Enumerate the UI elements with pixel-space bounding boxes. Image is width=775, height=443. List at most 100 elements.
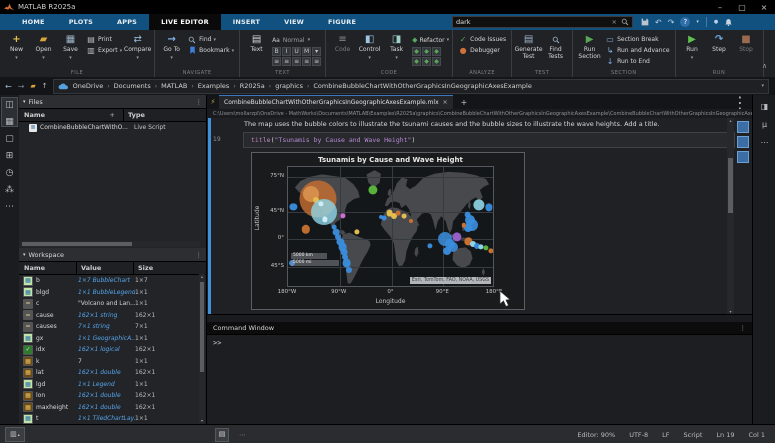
workspace-row-lon[interactable]: ▦lon162×1 double162×1 <box>19 390 206 402</box>
breadcrumb[interactable]: OneDrive›Documents›MATLAB›Examples›R2025… <box>53 79 769 94</box>
document-status-icon[interactable]: ▤ <box>215 428 229 442</box>
more-tools-icon[interactable]: ⋯ <box>756 135 773 149</box>
workspace-row-blgd[interactable]: ▦blgd1×1 BubbleLegend1×1 <box>19 287 206 299</box>
workspace-row-causes[interactable]: =causes7×1 string7×1 <box>19 321 206 333</box>
forward-icon[interactable]: → <box>18 82 25 91</box>
find-button[interactable]: Find▾ <box>187 34 234 45</box>
editor-vscrollbar[interactable]: ▴ ▾ <box>727 118 734 314</box>
workspace-row-lat[interactable]: ▦lat162×1 double162×1 <box>19 367 206 379</box>
run-button[interactable]: ▶Run Section <box>576 33 603 61</box>
files-panel-icon[interactable]: ◫ <box>2 98 17 112</box>
menu-tab-figure[interactable]: FIGURE <box>316 14 368 30</box>
help-icon[interactable]: ? <box>680 17 690 27</box>
command-window[interactable]: >> <box>207 335 752 424</box>
new-folder-icon[interactable]: ▰ <box>30 82 35 90</box>
files-col-name[interactable]: Name <box>24 111 45 119</box>
workspace-row-cause[interactable]: =cause162×1 string162×1 <box>19 310 206 322</box>
files-panel-header[interactable]: ▾ Files ⋮ <box>19 95 206 109</box>
workspace-collapse-icon[interactable]: ▾ <box>23 252 26 258</box>
theme-dot-icon[interactable]: ● <box>714 19 718 25</box>
panel-layout-icon[interactable]: ▦ <box>2 115 17 129</box>
breadcrumb-item-6[interactable]: CombineBubbleChartWithOtherGraphicsInGeo… <box>313 82 531 90</box>
editor-actions-icon[interactable]: ⚡ <box>207 99 219 106</box>
menu-tab-insert[interactable]: INSERT <box>221 14 272 30</box>
files-sort-icon[interactable]: + <box>110 111 115 119</box>
workspace-row-t[interactable]: ▦t1×1 TiledChartLay...1×1 <box>19 413 206 425</box>
format-i-button[interactable]: I <box>282 47 291 56</box>
search-clear-icon[interactable]: × <box>612 18 617 26</box>
workspace-row-c[interactable]: =c"Volcano and Lan...1×1 <box>19 298 206 310</box>
stop-button[interactable]: ■Stop <box>733 33 760 54</box>
code-issues-button[interactable]: ✓Code Issues <box>458 34 506 45</box>
text-style-select[interactable]: Normal <box>283 37 305 44</box>
ws-col-name[interactable]: Name <box>24 264 76 272</box>
code-button[interactable]: ≡Code <box>329 33 356 54</box>
text-button[interactable]: ▤Text <box>243 33 270 54</box>
history-panel-icon[interactable]: ◷ <box>2 166 17 180</box>
run-to-end-button[interactable]: ↓Run to End <box>605 56 669 67</box>
open-button[interactable]: ▰Open▾ <box>30 33 57 61</box>
save-quick-icon[interactable] <box>641 18 649 26</box>
code-tool-icon-0[interactable]: ◆ <box>412 47 421 56</box>
export-button[interactable]: ▥Export▾ <box>86 45 122 56</box>
generate-button[interactable]: ▤Generate Test <box>515 33 542 61</box>
up-folder-icon[interactable]: ↑ <box>42 82 48 90</box>
compare-button[interactable]: ⇄Compare▾ <box>124 33 151 61</box>
workspace-column-header[interactable]: Name Value Size <box>19 262 206 275</box>
status-item-5[interactable]: Col 1 <box>748 431 765 439</box>
menu-tab-home[interactable]: HOME <box>10 14 57 30</box>
ws-col-value[interactable]: Value <box>81 264 133 272</box>
doc-search-box[interactable]: dark × <box>452 16 633 28</box>
workspace-row-gx[interactable]: ▦gx1×1 GeographicA...1×1 <box>19 333 206 345</box>
workspace-row-maxheight[interactable]: ▦maxheight162×1 double162×1 <box>19 402 206 414</box>
files-hscrollbar[interactable] <box>20 241 200 247</box>
workspace-vscrollbar[interactable]: ▴ ▾ <box>199 274 205 423</box>
profiler-icon[interactable]: µ <box>756 117 773 131</box>
file-row[interactable]: ≣CombineBubbleChartWithO...Live Script <box>19 122 206 134</box>
address-dropdown-icon[interactable]: ▾ <box>761 83 764 89</box>
menu-tab-apps[interactable]: APPS <box>105 14 149 30</box>
close-button[interactable]: × <box>753 0 775 14</box>
bookmark-button[interactable]: Bookmark▾ <box>187 45 234 56</box>
variables-panel-icon[interactable]: ▢ <box>2 132 17 146</box>
status-item-1[interactable]: UTF-8 <box>629 431 648 439</box>
geographic-axes[interactable]: 5000 km 5000 mi Esri, TomTom, FAO, NOAA,… <box>287 166 494 287</box>
outputs-icon[interactable]: ◨ <box>756 99 773 113</box>
control-button[interactable]: ◧Control▾ <box>356 33 383 61</box>
format-more-button[interactable]: ▾ <box>312 47 321 56</box>
code-tool-icon-2[interactable]: ◆ <box>432 47 441 56</box>
rich-text-paragraph[interactable]: The map uses the bubble colors to illust… <box>244 120 728 128</box>
menu-tab-view[interactable]: VIEW <box>272 14 316 30</box>
notifications-bell-icon[interactable] <box>724 18 733 27</box>
files-collapse-icon[interactable]: ▾ <box>23 99 26 105</box>
command-window-menu-icon[interactable]: ⋮ <box>740 324 747 332</box>
refactor-button[interactable]: ◆Refactor▾ <box>412 34 449 46</box>
run-button[interactable]: ▶Run▾ <box>679 33 706 61</box>
search-icon[interactable] <box>621 18 629 26</box>
status-item-3[interactable]: Script <box>684 431 703 439</box>
format-u-button[interactable]: U <box>292 47 301 56</box>
step-button[interactable]: ↷Step <box>706 33 733 54</box>
workspace-panel-header[interactable]: ▾ Workspace ⋮ <box>19 248 206 262</box>
back-icon[interactable]: ← <box>5 82 12 91</box>
workspace-row-lgd[interactable]: ▦lgd1×1 Legend1×1 <box>19 379 206 391</box>
output-thumbnail-2[interactable] <box>737 151 749 163</box>
breadcrumb-item-3[interactable]: Examples <box>198 82 230 90</box>
align-button-2[interactable]: ≡ <box>292 57 301 66</box>
status-item-4[interactable]: Ln 19 <box>716 431 734 439</box>
output-thumbnail-0[interactable] <box>737 121 749 133</box>
align-button-3[interactable]: ≡ <box>302 57 311 66</box>
status-item-2[interactable]: LF <box>662 431 669 439</box>
breadcrumb-item-5[interactable]: graphics <box>275 82 303 90</box>
status-more-icon[interactable]: ⋯ <box>239 431 246 439</box>
save-button[interactable]: ▦Save▾ <box>57 33 84 61</box>
help-caret-icon[interactable]: ▾ <box>696 19 699 25</box>
command-window-header[interactable]: Command Window ⋮ <box>207 322 752 335</box>
new-tab-icon[interactable]: + <box>461 98 468 107</box>
section-break-button[interactable]: ▭Section Break <box>605 34 669 45</box>
workspace-row-k[interactable]: ▦k71×1 <box>19 356 206 368</box>
format-m-button[interactable]: M <box>302 47 311 56</box>
tab-close-icon[interactable]: × <box>443 99 448 106</box>
community-panel-icon[interactable]: ⁂ <box>2 183 17 197</box>
task-button[interactable]: ◨Task▾ <box>383 33 410 61</box>
